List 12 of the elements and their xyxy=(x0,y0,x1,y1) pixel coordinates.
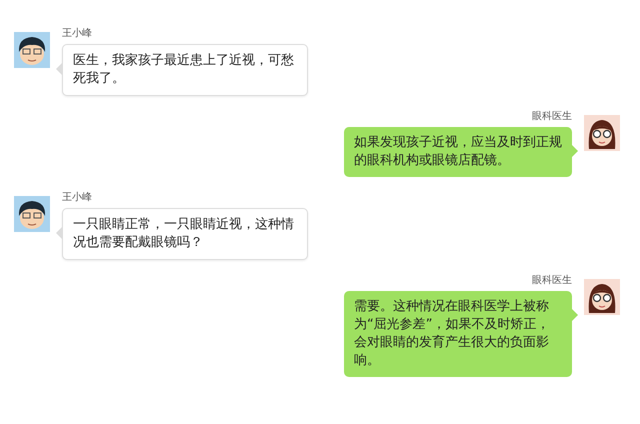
girl-avatar-icon xyxy=(584,279,620,315)
message-text: 如果发现孩子近视，应当及时到正规的眼科机构或眼镜店配镜。 xyxy=(354,135,562,168)
boy-avatar-icon xyxy=(14,196,50,232)
sender-name: 眼科医生 xyxy=(532,274,572,287)
message-text: 医生，我家孩子最近患上了近视，可愁死我了。 xyxy=(73,53,294,86)
message-text: 一只眼睛正常，一只眼睛近视，这种情况也需要配戴眼镜吗？ xyxy=(73,217,294,250)
message-text: 需要。这种情况在眼科医学上被称为“屈光参差”，如果不及时矫正，会对眼睛的发育产生很大的负面影响。 xyxy=(354,299,550,368)
boy-avatar-icon xyxy=(14,32,50,68)
sender-name: 王小峰 xyxy=(62,190,93,204)
girl-avatar-icon xyxy=(584,115,620,151)
sender-name: 王小峰 xyxy=(62,26,93,40)
sender-name: 眼科医生 xyxy=(532,110,572,123)
